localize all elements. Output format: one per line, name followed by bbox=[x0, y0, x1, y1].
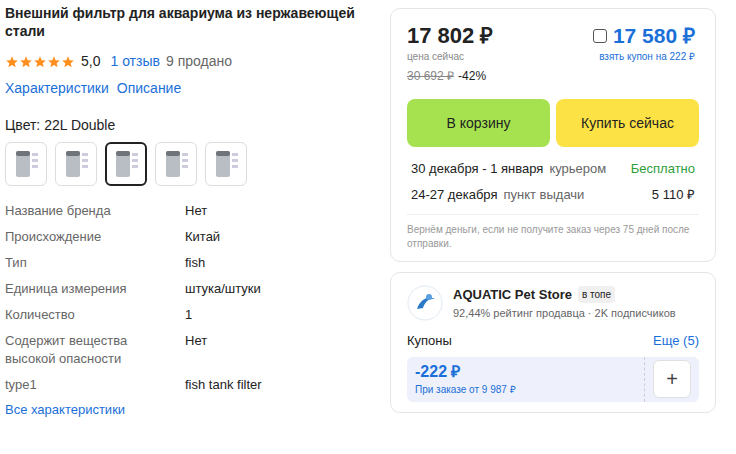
coupons-label: Купоны bbox=[407, 331, 452, 351]
spec-value: штука/штуки bbox=[185, 280, 378, 298]
delivery-price: 5 110 ₽ bbox=[652, 185, 695, 205]
more-coupons-link[interactable]: Еще (5) bbox=[653, 331, 699, 351]
coupon-checkbox[interactable] bbox=[593, 29, 607, 43]
spec-row: Единица измеренияштука/штуки bbox=[5, 276, 378, 302]
coupon-caption[interactable]: взять купон на 222 ₽ bbox=[599, 49, 695, 64]
color-thumbnail[interactable] bbox=[5, 142, 47, 186]
star-icon bbox=[33, 55, 47, 69]
spec-row: ПроисхождениеКитай bbox=[5, 224, 378, 250]
store-logo-icon bbox=[407, 285, 443, 321]
store-stats: 92,44% рейтинг продавца · 2K подписчиков bbox=[453, 305, 676, 322]
spec-label: Название бренда bbox=[5, 202, 185, 220]
filter-icon bbox=[11, 147, 41, 181]
spec-label: Тип bbox=[5, 254, 185, 272]
seller-card: AQUATIC Pet Store в топе 92,44% рейтинг пр… bbox=[390, 272, 716, 413]
star-icon bbox=[5, 55, 19, 69]
section-link[interactable]: Характеристики bbox=[5, 78, 109, 99]
spec-label: Количество bbox=[5, 306, 185, 324]
coupon-condition: При заказе от 9 987 ₽ bbox=[415, 382, 636, 397]
color-thumbnail[interactable] bbox=[205, 142, 247, 186]
coupon-price-block: 17 580 ₽взять купон на 222 ₽ bbox=[593, 23, 699, 85]
delivery-dates: 30 декабря - 1 января bbox=[411, 159, 543, 179]
spec-value: fish bbox=[185, 254, 378, 272]
side-column: 17 802 ₽цена сейчас30 692 ₽-42%17 580 ₽в… bbox=[390, 4, 716, 454]
delivery-method: курьером bbox=[549, 159, 606, 179]
current-price-block: 17 802 ₽цена сейчас 30 692 ₽-42% bbox=[407, 23, 493, 85]
spec-row: type1fish tank filter bbox=[5, 372, 378, 398]
spec-value: 1 bbox=[185, 306, 378, 324]
product-info: Внешний фильтр для аквариума из нержавею… bbox=[5, 4, 378, 454]
rating-row: 5,0 1 отзыв 9 продано bbox=[5, 51, 378, 72]
top-badge: в топе bbox=[578, 286, 615, 303]
color-label: Цвет: 22L Double bbox=[5, 115, 378, 136]
color-thumbnail[interactable] bbox=[55, 142, 97, 186]
spec-table: Название брендаНетПроисхождениеКитайТипf… bbox=[5, 198, 378, 398]
delivery-dates: 24-27 декабря bbox=[411, 185, 497, 205]
spec-value: Нет bbox=[185, 332, 378, 368]
delivery-method: пункт выдачи bbox=[503, 185, 584, 205]
spec-label: Содержит вещества высокой опасности bbox=[5, 332, 185, 368]
section-links: Характеристики Описание bbox=[5, 78, 378, 99]
store-name[interactable]: AQUATIC Pet Store bbox=[453, 285, 572, 305]
section-link[interactable]: Описание bbox=[117, 78, 181, 99]
all-specs-link[interactable]: Все характеристики bbox=[5, 400, 378, 420]
stars bbox=[5, 55, 75, 69]
spec-label: Единица измерения bbox=[5, 280, 185, 298]
color-thumbnail[interactable] bbox=[155, 142, 197, 186]
filter-icon bbox=[211, 147, 241, 181]
add-to-cart-button[interactable]: В корзину bbox=[407, 99, 550, 147]
price-caption: цена сейчас bbox=[407, 49, 493, 64]
spec-label: Происхождение bbox=[5, 228, 185, 246]
delivery-price: Бесплатно bbox=[631, 159, 695, 179]
price: 17 802 ₽ bbox=[407, 23, 493, 49]
spec-value: Нет bbox=[185, 202, 378, 220]
thumbnails bbox=[5, 142, 378, 186]
spec-value: Китай bbox=[185, 228, 378, 246]
spec-row: Количество1 bbox=[5, 302, 378, 328]
action-buttons: В корзинуКупить сейчас bbox=[407, 99, 699, 147]
coupon-amount: -222 ₽ bbox=[415, 362, 636, 382]
product-page: Внешний фильтр для аквариума из нержавею… bbox=[0, 0, 736, 454]
star-icon bbox=[47, 55, 61, 69]
spec-row: Содержит вещества высокой опасностиНет bbox=[5, 328, 378, 372]
add-coupon-button[interactable]: + bbox=[653, 360, 691, 398]
spec-value: fish tank filter bbox=[185, 376, 378, 394]
old-price: 30 692 ₽ bbox=[407, 67, 454, 85]
delivery-row: 30 декабря - 1 января курьером Бесплатно bbox=[411, 159, 695, 179]
reviews-link[interactable]: 1 отзыв bbox=[110, 51, 160, 72]
discount: -42% bbox=[458, 67, 486, 85]
star-icon bbox=[61, 55, 75, 69]
filter-icon bbox=[161, 147, 191, 181]
star-icon bbox=[19, 55, 33, 69]
coupon-price: 17 580 ₽ bbox=[613, 23, 695, 49]
delivery-options: 30 декабря - 1 января курьером Бесплатно 24… bbox=[407, 159, 699, 204]
rating-value: 5,0 bbox=[81, 51, 100, 72]
price-card: 17 802 ₽цена сейчас 30 692 ₽-42% 17 580 ₽в… bbox=[390, 8, 716, 262]
spec-row: Типfish bbox=[5, 250, 378, 276]
filter-icon bbox=[61, 147, 91, 181]
filter-icon bbox=[111, 147, 141, 181]
coupon: -222 ₽При заказе от 9 987 ₽ + bbox=[407, 357, 699, 402]
buy-now-button[interactable]: Купить сейчас bbox=[556, 99, 699, 147]
sold-count: 9 продано bbox=[166, 51, 232, 72]
color-thumbnail[interactable] bbox=[105, 142, 147, 186]
spec-label: type1 bbox=[5, 376, 185, 394]
product-title: Внешний фильтр для аквариума из нержавею… bbox=[5, 4, 378, 40]
spec-row: Название брендаНет bbox=[5, 198, 378, 224]
delivery-row: 24-27 декабря пункт выдачи 5 110 ₽ bbox=[411, 185, 695, 205]
refund-note: Вернём деньги, если не получите заказ че… bbox=[407, 214, 699, 251]
